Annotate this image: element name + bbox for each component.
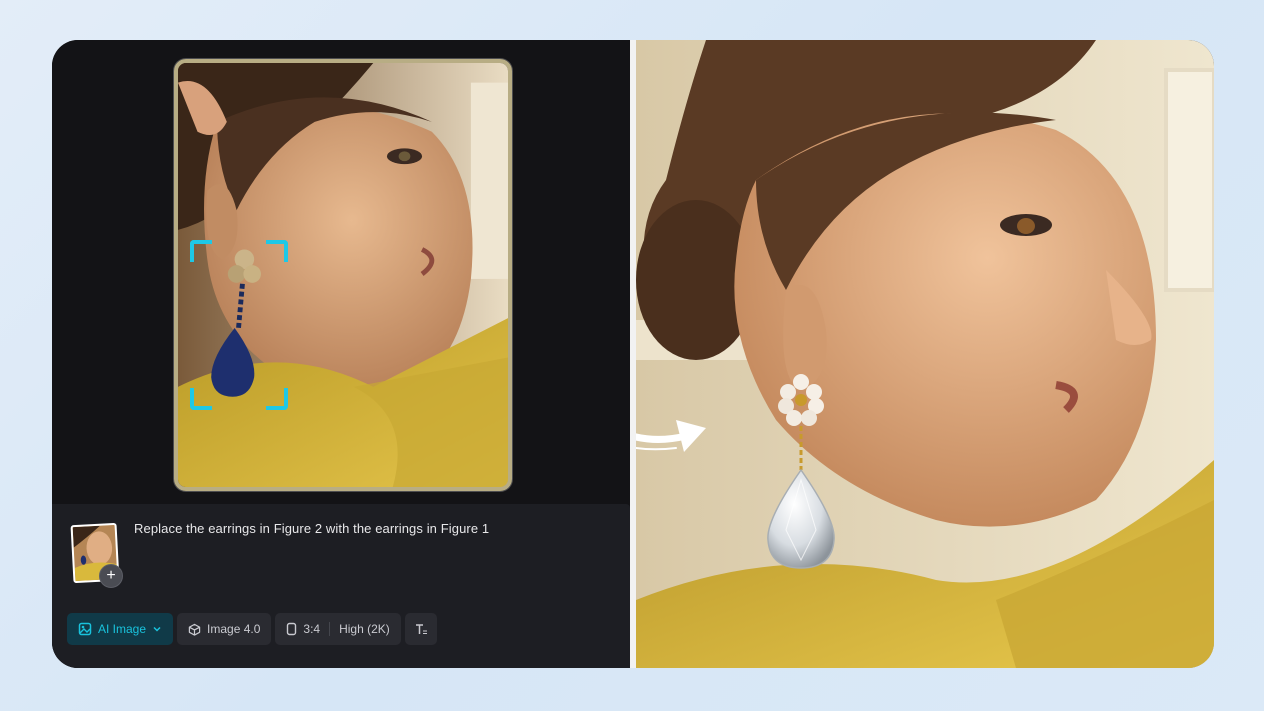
- comparison-card: + Replace the earrings in Figure 2 with …: [52, 40, 1214, 668]
- mode-selector[interactable]: AI Image: [67, 613, 174, 645]
- focus-bracket-bottom-right: [266, 388, 288, 410]
- text-style-button[interactable]: [404, 613, 437, 645]
- reference-image: [174, 59, 512, 491]
- image-icon: [78, 622, 92, 636]
- plus-icon: +: [106, 567, 116, 584]
- ratio-quality-selector[interactable]: 3:4 High (2K): [275, 613, 401, 645]
- reference-photo-illustration: [178, 63, 508, 487]
- generation-toolbar: AI Image Image 4.0 3:4 High (2K): [67, 613, 437, 645]
- portrait-rect-icon: [287, 622, 297, 636]
- cube-icon: [188, 623, 201, 636]
- quality-label: High (2K): [339, 622, 390, 636]
- focus-bracket-bottom-left: [190, 388, 212, 410]
- text-format-icon: [415, 624, 427, 635]
- mode-label: AI Image: [98, 622, 147, 636]
- curved-arrow-icon: [636, 420, 706, 452]
- add-image-button[interactable]: +: [99, 564, 123, 588]
- editor-panel: + Replace the earrings in Figure 2 with …: [52, 40, 630, 668]
- focus-bracket-top-right: [266, 240, 288, 262]
- prompt-text[interactable]: Replace the earrings in Figure 2 with th…: [134, 521, 489, 536]
- model-label: Image 4.0: [207, 622, 261, 636]
- result-photo-illustration: [636, 40, 1214, 668]
- model-selector[interactable]: Image 4.0: [177, 613, 272, 645]
- result-image: [636, 40, 1214, 668]
- focus-bracket-top-left: [190, 240, 212, 262]
- chevron-down-icon: [153, 626, 161, 632]
- separator: [329, 622, 331, 636]
- ratio-label: 3:4: [303, 622, 321, 636]
- prompt-composer[interactable]: + Replace the earrings in Figure 2 with …: [52, 504, 630, 668]
